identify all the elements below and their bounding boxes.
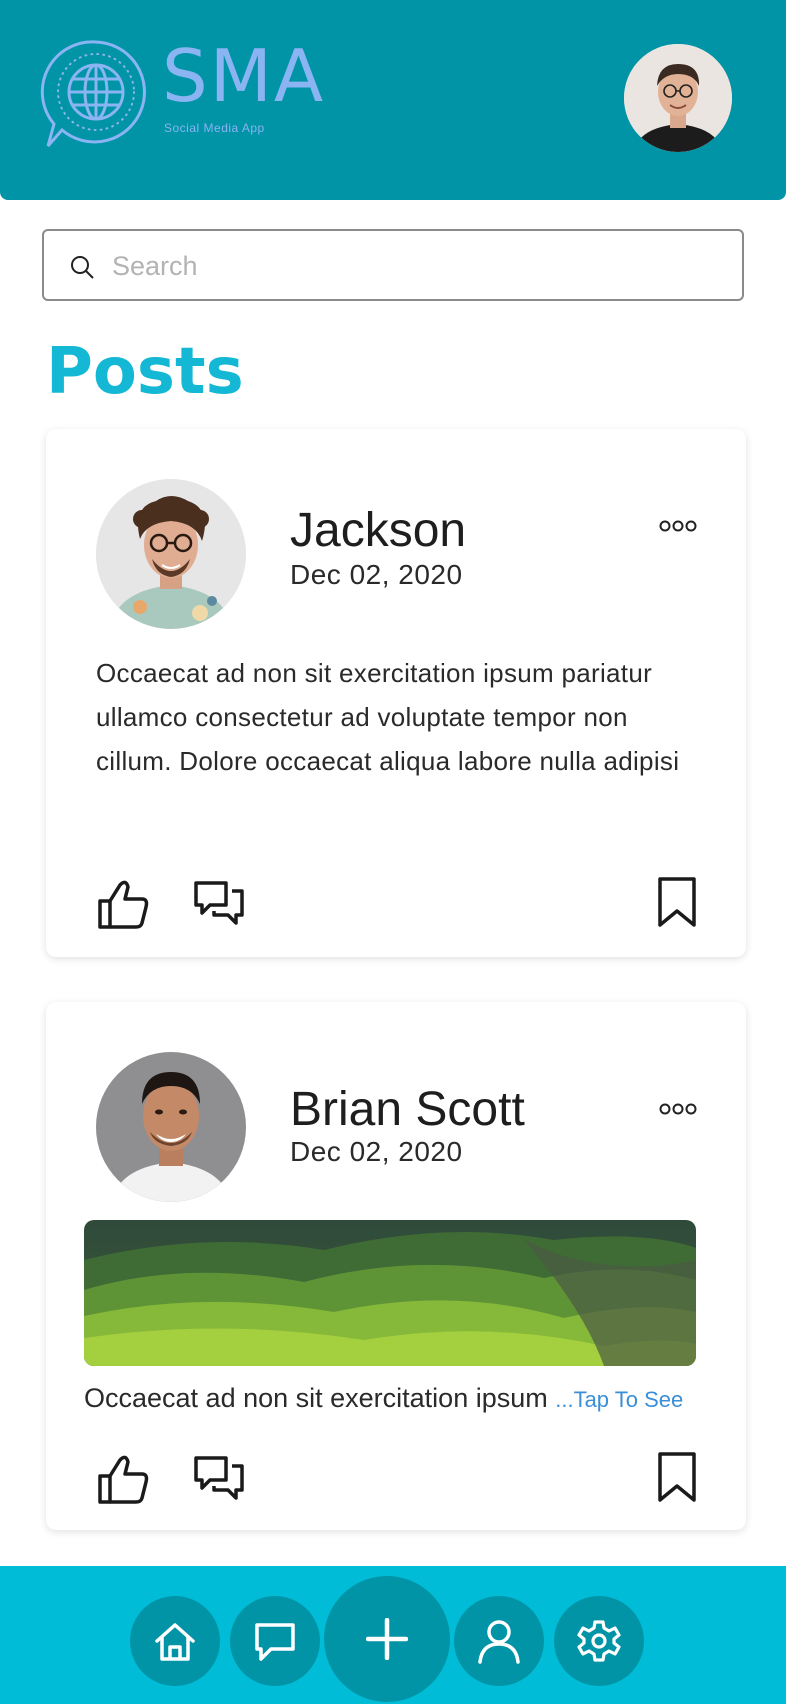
plus-icon (366, 1618, 408, 1660)
globe-chat-icon (40, 40, 146, 147)
nav-home-button[interactable] (130, 1596, 220, 1686)
more-dots-icon[interactable] (658, 519, 698, 533)
post-date: Dec 02, 2020 (290, 1136, 463, 1167)
post-image[interactable] (84, 1220, 696, 1366)
post-card: Brian Scott Dec 02, 2020 Occaecat ad non… (46, 1002, 746, 1530)
author-name[interactable]: Jackson (290, 507, 466, 555)
home-icon (155, 1623, 195, 1661)
search-input[interactable] (110, 241, 714, 291)
search-icon (71, 256, 94, 279)
tap-to-see-link[interactable]: ...Tap To See (555, 1387, 683, 1412)
nav-messages-button[interactable] (230, 1596, 320, 1686)
post-card: Jackson Dec 02, 2020 Occaecat ad non sit… (46, 429, 746, 957)
search-bar[interactable] (42, 229, 744, 301)
bookmark-icon[interactable] (650, 1450, 704, 1504)
post-text: Occaecat ad non sit exercitation ipsum .… (84, 1378, 684, 1420)
bookmark-icon[interactable] (650, 875, 704, 929)
author-name[interactable]: Brian Scott (290, 1086, 525, 1134)
chat-bubbles-icon[interactable] (192, 877, 246, 931)
logo-subtitle: Social Media App (164, 121, 265, 135)
user-avatar[interactable] (624, 44, 732, 152)
bottom-navigation (0, 1566, 786, 1704)
section-title: Posts (46, 335, 244, 409)
chat-bubbles-icon[interactable] (192, 1452, 246, 1506)
nav-settings-button[interactable] (554, 1596, 644, 1686)
post-text: Occaecat ad non sit exercitation ipsum p… (96, 658, 680, 776)
author-avatar[interactable] (96, 479, 246, 629)
logo-title: SMA (162, 34, 326, 118)
gear-icon (577, 1620, 621, 1662)
nav-add-button[interactable] (324, 1576, 450, 1702)
thumbs-up-icon[interactable] (96, 1452, 150, 1506)
chat-icon (255, 1623, 295, 1661)
nav-profile-button[interactable] (454, 1596, 544, 1686)
thumbs-up-icon[interactable] (96, 877, 150, 931)
post-text-excerpt: Occaecat ad non sit exercitation ipsum (84, 1383, 556, 1413)
more-dots-icon[interactable] (658, 1102, 698, 1116)
app-header: SMA Social Media App (0, 0, 786, 200)
user-icon (478, 1620, 520, 1664)
author-avatar[interactable] (96, 1052, 246, 1202)
post-date: Dec 02, 2020 (290, 559, 463, 590)
